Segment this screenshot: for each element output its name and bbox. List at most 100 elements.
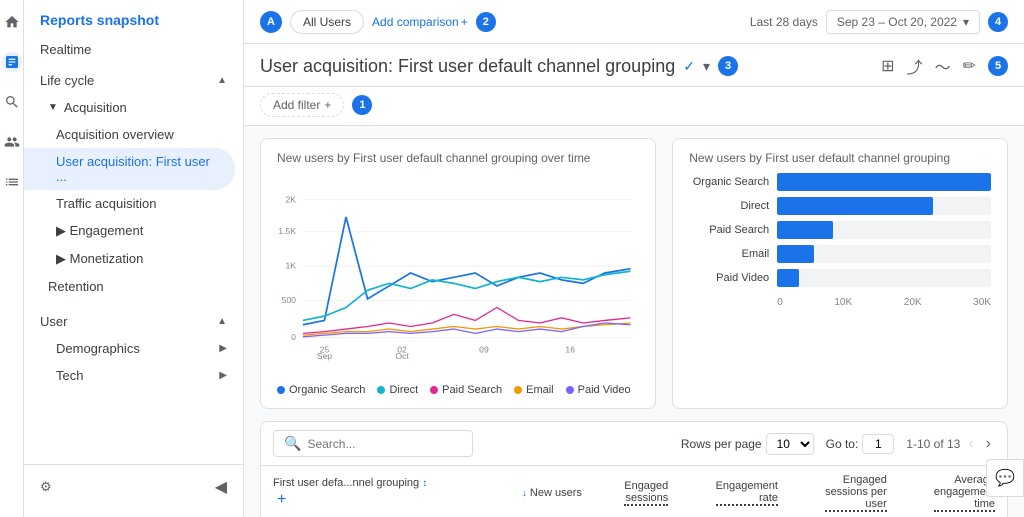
- data-table: First user defa...nnel grouping ↕ + ↓ Ne…: [261, 466, 1007, 517]
- trend-icon[interactable]: 〜: [935, 54, 951, 78]
- all-users-button[interactable]: All Users: [290, 10, 364, 34]
- bar-fill-paid-video: [777, 269, 798, 287]
- svg-text:2K: 2K: [285, 194, 296, 204]
- sidebar-acquisition-overview[interactable]: Acquisition overview: [24, 121, 243, 148]
- line-chart-container: 2K 1.5K 1K 500 0: [277, 173, 639, 376]
- sidebar-traffic-acquisition[interactable]: Traffic acquisition: [24, 190, 243, 217]
- lifecycle-header[interactable]: Life cycle ▲: [24, 67, 243, 94]
- home-icon[interactable]: [2, 12, 22, 32]
- bar-fill-direct: [777, 197, 933, 215]
- bar-label-paid-search: Paid Search: [689, 224, 769, 236]
- collapse-sidebar-icon[interactable]: ◀: [215, 477, 227, 497]
- col-engaged-sessions[interactable]: Engagedsessions: [594, 466, 680, 517]
- date-range-chevron: ▾: [963, 15, 969, 29]
- table-toolbar: 🔍 Rows per page 10 25 50 Go to:: [261, 422, 1007, 466]
- date-range-selector[interactable]: Sep 23 – Oct 20, 2022 ▾: [826, 10, 980, 34]
- sidebar-title: Reports snapshot: [24, 0, 243, 36]
- edit-icon[interactable]: ✏: [963, 56, 976, 76]
- bar-chart-card: New users by First user default channel …: [672, 138, 1008, 409]
- analytics-icon[interactable]: [2, 52, 22, 72]
- line-chart-svg: 2K 1.5K 1K 500 0: [277, 173, 639, 373]
- page-nav: 1-10 of 13 ‹ ›: [906, 435, 995, 453]
- legend-dot-email: [514, 386, 522, 394]
- sidebar-engagement[interactable]: ▶ Engagement: [24, 217, 243, 245]
- add-filter-button[interactable]: Add filter +: [260, 93, 344, 117]
- list-icon[interactable]: [2, 172, 22, 192]
- col-channel[interactable]: First user defa...nnel grouping ↕ +: [261, 466, 487, 517]
- goto-page: Go to:: [826, 434, 895, 454]
- col-sessions-per-user[interactable]: Engagedsessions peruser: [790, 466, 899, 517]
- svg-text:Sep: Sep: [317, 351, 333, 361]
- share-icon[interactable]: ⤴: [907, 54, 923, 78]
- rows-per-page-select[interactable]: 10 25 50: [766, 433, 814, 455]
- badge-3: 3: [718, 56, 738, 76]
- search-icon[interactable]: [2, 92, 22, 112]
- demographics-label: Demographics: [56, 341, 140, 356]
- search-box[interactable]: 🔍: [273, 430, 473, 457]
- legend-paid-search: Paid Search: [430, 384, 502, 396]
- report-actions: ⊞ ⤴ 〜 ✏ 5: [881, 54, 1008, 78]
- bar-track-paid-video: [777, 269, 991, 287]
- sidebar-realtime[interactable]: Realtime: [24, 36, 243, 63]
- legend-paid-video: Paid Video: [566, 384, 631, 396]
- sidebar-user-acquisition[interactable]: User acquisition: First user ...: [24, 148, 235, 190]
- svg-text:1K: 1K: [285, 261, 296, 271]
- tech-chevron: ▶: [219, 370, 227, 381]
- report-title: User acquisition: First user default cha…: [260, 56, 675, 77]
- bar-fill-paid-search: [777, 221, 833, 239]
- bar-chart-container: Organic Search Direct Paid Search: [689, 173, 991, 308]
- bar-track-email: [777, 245, 991, 263]
- page-input[interactable]: [862, 434, 894, 454]
- col-engagement-rate[interactable]: Engagementrate: [680, 466, 790, 517]
- goto-label: Go to:: [826, 437, 859, 451]
- bar-row-paid-video: Paid Video: [689, 269, 991, 287]
- feedback-button[interactable]: 💬: [986, 459, 1024, 497]
- settings-icon[interactable]: ⚙: [40, 479, 52, 495]
- lifecycle-section: Life cycle ▲ ▼ Acquisition Acquisition o…: [24, 67, 243, 300]
- svg-text:Oct: Oct: [395, 351, 409, 361]
- add-comparison-button[interactable]: Add comparison +: [372, 15, 468, 29]
- user-badge: A: [260, 11, 282, 33]
- sidebar-monetization[interactable]: ▶ Monetization: [24, 245, 243, 273]
- users-icon[interactable]: [2, 132, 22, 152]
- pagination-controls: Rows per page 10 25 50 Go to: 1-10 of 13: [681, 433, 995, 455]
- line-chart-title: New users by First user default channel …: [277, 151, 639, 165]
- user-section-chevron: ▲: [217, 316, 227, 327]
- demographics-chevron: ▶: [219, 343, 227, 354]
- legend-dot-paid-video: [566, 386, 574, 394]
- add-column-button[interactable]: +: [273, 491, 290, 509]
- col-new-users[interactable]: ↓ New users: [487, 466, 594, 517]
- feedback-icon: 💬: [995, 470, 1015, 487]
- sidebar-tech[interactable]: Tech ▶: [24, 362, 243, 389]
- rows-per-page: Rows per page 10 25 50: [681, 433, 814, 455]
- svg-text:16: 16: [565, 344, 575, 354]
- check-icon: ✓: [683, 58, 695, 75]
- bar-row-email: Email: [689, 245, 991, 263]
- user-acquisition-label: User acquisition: First user ...: [56, 154, 219, 184]
- filter-bar: Add filter + 1: [244, 87, 1024, 126]
- legend-email: Email: [514, 384, 554, 396]
- badge-1: 1: [352, 95, 372, 115]
- legend-direct: Direct: [377, 384, 418, 396]
- badge-5: 5: [988, 56, 1008, 76]
- table-icon[interactable]: ⊞: [881, 56, 894, 76]
- bar-chart-title: New users by First user default channel …: [689, 151, 991, 165]
- user-section-header[interactable]: User ▲: [24, 308, 243, 335]
- report-title-chevron[interactable]: ▾: [703, 58, 710, 75]
- search-input[interactable]: [307, 437, 462, 451]
- bar-row-organic: Organic Search: [689, 173, 991, 191]
- bar-label-paid-video: Paid Video: [689, 272, 769, 284]
- main-content: A All Users Add comparison + 2 Last 28 d…: [244, 0, 1024, 517]
- sidebar-demographics[interactable]: Demographics ▶: [24, 335, 243, 362]
- report-title-area: User acquisition: First user default cha…: [260, 56, 738, 77]
- prev-page-button[interactable]: ‹: [964, 435, 977, 453]
- charts-row: New users by First user default channel …: [260, 138, 1008, 409]
- bar-track-direct: [777, 197, 991, 215]
- sidebar-acquisition-parent[interactable]: ▼ Acquisition: [24, 94, 243, 121]
- report-header: User acquisition: First user default cha…: [244, 44, 1024, 87]
- sidebar-retention[interactable]: Retention: [24, 273, 243, 300]
- pagination-info: 1-10 of 13: [906, 437, 960, 451]
- table-card: 🔍 Rows per page 10 25 50 Go to:: [260, 421, 1008, 517]
- bar-row-direct: Direct: [689, 197, 991, 215]
- next-page-button[interactable]: ›: [982, 435, 995, 453]
